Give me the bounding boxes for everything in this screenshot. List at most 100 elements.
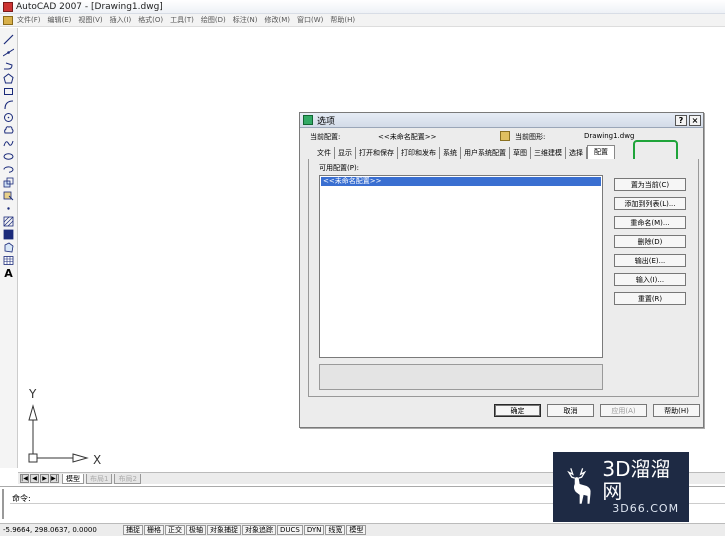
draw-toolbar: A: [0, 28, 18, 468]
hatch-icon[interactable]: [3, 216, 15, 227]
help-button[interactable]: 帮助(H): [653, 404, 700, 417]
profile-description-box: [319, 364, 603, 390]
next-tab-button[interactable]: ▶: [40, 474, 49, 483]
options-dialog-icon: [303, 115, 313, 125]
lineweight-toggle[interactable]: 线宽: [325, 525, 346, 535]
polygon-icon[interactable]: [3, 73, 15, 84]
set-current-button[interactable]: 置为当前(C): [614, 178, 686, 191]
menu-help[interactable]: 帮助(H): [330, 15, 355, 25]
ducs-toggle[interactable]: DUCS: [277, 525, 303, 535]
table-icon[interactable]: [3, 255, 15, 266]
tab-display[interactable]: 显示: [335, 147, 356, 159]
options-dialog: 选项 ? × 当前配置: <<未命名配置>> 当前图形: Drawing1.dw…: [299, 112, 704, 428]
options-tabs: 文件 显示 打开和保存 打印和发布 系统 用户系统配置 草图 三维建模 选择 配…: [314, 145, 615, 159]
polar-toggle[interactable]: 极轴: [186, 525, 206, 535]
ellipse-arc-icon[interactable]: [3, 164, 15, 175]
dyn-toggle[interactable]: DYN: [303, 525, 325, 535]
menu-format[interactable]: 格式(O): [138, 15, 163, 25]
add-to-list-button[interactable]: 添加到列表(L)...: [614, 197, 686, 210]
delete-button[interactable]: 删除(D): [614, 235, 686, 248]
site-watermark: 3D溜溜网 3D66.COM: [553, 452, 689, 522]
line-icon[interactable]: [3, 34, 15, 45]
arc-icon[interactable]: [3, 99, 15, 110]
dialog-title-bar[interactable]: 选项 ? ×: [300, 113, 703, 128]
profiles-panel: 可用配置(P): <<未命名配置>> 置为当前(C) 添加到列表(L)... 重…: [308, 159, 699, 397]
window-title: AutoCAD 2007 - [Drawing1.dwg]: [16, 1, 163, 12]
tab-drafting[interactable]: 草图: [510, 147, 531, 159]
menu-tools[interactable]: 工具(T): [170, 15, 194, 25]
menu-insert[interactable]: 插入(I): [110, 15, 132, 25]
ucs-icon: Y X: [28, 387, 101, 467]
export-button[interactable]: 输出(E)...: [614, 254, 686, 267]
menu-view[interactable]: 视图(V): [78, 15, 102, 25]
otrack-toggle[interactable]: 对象追踪: [242, 525, 276, 535]
current-profile-label: 当前配置:: [310, 133, 341, 141]
menu-dimension[interactable]: 标注(N): [233, 15, 258, 25]
ucs-y-label: Y: [28, 387, 37, 401]
region-icon[interactable]: [3, 242, 15, 253]
document-icon[interactable]: [3, 15, 13, 25]
last-tab-button[interactable]: ▶|: [50, 474, 59, 483]
spline-icon[interactable]: [3, 138, 15, 149]
profiles-list[interactable]: <<未命名配置>>: [319, 175, 603, 358]
tab-plot-publish[interactable]: 打印和发布: [398, 147, 440, 159]
ellipse-icon[interactable]: [3, 151, 15, 162]
multiline-text-icon[interactable]: A: [3, 268, 15, 279]
ucs-x-label: X: [93, 453, 101, 467]
ok-button[interactable]: 确定: [494, 404, 541, 417]
coordinate-readout[interactable]: -5.9664, 298.0637, 0.0000: [3, 526, 123, 534]
rectangle-icon[interactable]: [3, 86, 15, 97]
dialog-close-button[interactable]: ×: [689, 115, 701, 126]
polyline-icon[interactable]: [3, 60, 15, 71]
tab-selection[interactable]: 选择: [566, 147, 587, 159]
dialog-help-button[interactable]: ?: [675, 115, 687, 126]
tab-layout1[interactable]: 布局1: [86, 473, 113, 484]
tab-profiles[interactable]: 配置: [587, 145, 615, 159]
apply-button[interactable]: 应用(A): [600, 404, 647, 417]
circle-icon[interactable]: [3, 112, 15, 123]
watermark-sub: 3D66.COM: [612, 502, 680, 515]
watermark-main: 3D溜溜网: [602, 457, 671, 503]
menu-draw[interactable]: 绘图(D): [201, 15, 226, 25]
title-bar: AutoCAD 2007 - [Drawing1.dwg]: [0, 0, 725, 14]
menu-bar: 文件(F) 编辑(E) 视图(V) 插入(I) 格式(O) 工具(T) 绘图(D…: [0, 14, 725, 27]
revision-cloud-icon[interactable]: [3, 125, 15, 136]
menu-modify[interactable]: 修改(M): [264, 15, 290, 25]
tab-layout2[interactable]: 布局2: [114, 473, 141, 484]
make-block-icon[interactable]: [3, 190, 15, 201]
import-button[interactable]: 输入(I)...: [614, 273, 686, 286]
construction-line-icon[interactable]: [3, 47, 15, 58]
point-icon[interactable]: [3, 203, 15, 214]
snap-toggle[interactable]: 捕捉: [123, 525, 143, 535]
tab-open-save[interactable]: 打开和保存: [356, 147, 398, 159]
osnap-toggle[interactable]: 对象捕捉: [207, 525, 241, 535]
current-drawing-value: Drawing1.dwg: [584, 132, 635, 140]
tab-3d-modeling[interactable]: 三维建模: [531, 147, 566, 159]
status-bar: -5.9664, 298.0637, 0.0000 捕捉 栅格 正交 极轴 对象…: [0, 523, 725, 536]
menu-file[interactable]: 文件(F): [17, 15, 41, 25]
command-grip[interactable]: [2, 489, 8, 519]
deer-logo-icon: [567, 468, 591, 504]
profile-actions: 置为当前(C) 添加到列表(L)... 重命名(M)... 删除(D) 输出(E…: [614, 178, 686, 305]
watermark-text: 3D溜溜网 3D66.COM: [602, 458, 689, 516]
grid-toggle[interactable]: 栅格: [144, 525, 164, 535]
tab-model[interactable]: 模型: [62, 473, 84, 484]
ortho-toggle[interactable]: 正交: [165, 525, 185, 535]
first-tab-button[interactable]: |◀: [20, 474, 29, 483]
menu-edit[interactable]: 编辑(E): [48, 15, 72, 25]
menu-window[interactable]: 窗口(W): [297, 15, 323, 25]
gradient-icon[interactable]: [3, 229, 15, 240]
autocad-app-icon: [3, 1, 13, 12]
tab-files[interactable]: 文件: [314, 147, 335, 159]
tab-system[interactable]: 系统: [440, 147, 461, 159]
rename-button[interactable]: 重命名(M)...: [614, 216, 686, 229]
reset-button[interactable]: 重置(R): [614, 292, 686, 305]
current-drawing-label: 当前图形:: [515, 133, 546, 141]
model-toggle[interactable]: 模型: [346, 525, 367, 535]
tab-user-preferences[interactable]: 用户系统配置: [461, 147, 510, 159]
insert-block-icon[interactable]: [3, 177, 15, 188]
prev-tab-button[interactable]: ◀: [30, 474, 39, 483]
list-item[interactable]: <<未命名配置>>: [321, 177, 601, 186]
cancel-button[interactable]: 取消: [547, 404, 594, 417]
drawing-file-icon: [500, 131, 510, 141]
